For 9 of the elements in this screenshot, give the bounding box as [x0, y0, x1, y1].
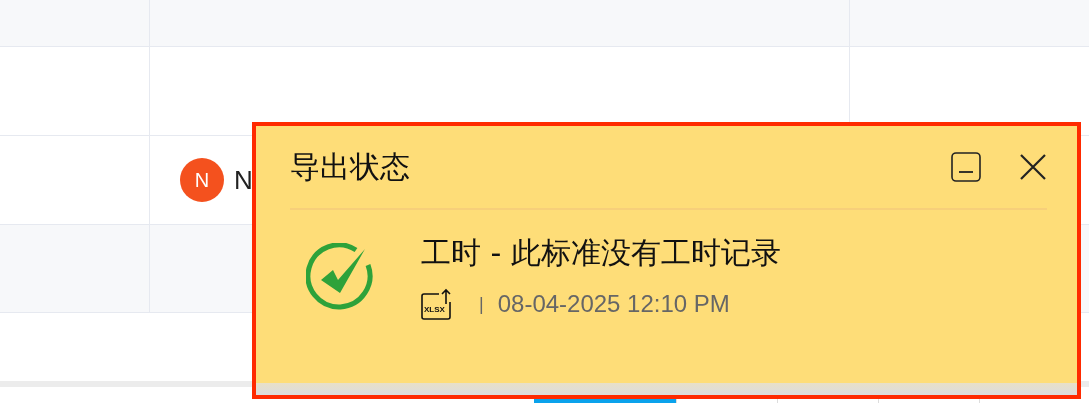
- check-circle-icon: [306, 242, 374, 311]
- export-title: 工时 - 此标准没有工时记录: [421, 234, 781, 272]
- person-name: N: [234, 164, 253, 196]
- close-icon[interactable]: [1019, 153, 1047, 181]
- avatar-icon: N: [180, 158, 224, 202]
- minimize-icon[interactable]: [951, 152, 981, 182]
- panel-title: 导出状态: [290, 147, 410, 186]
- export-time: 08-04-2025 12:10 PM: [497, 290, 730, 318]
- separator: |: [479, 293, 484, 315]
